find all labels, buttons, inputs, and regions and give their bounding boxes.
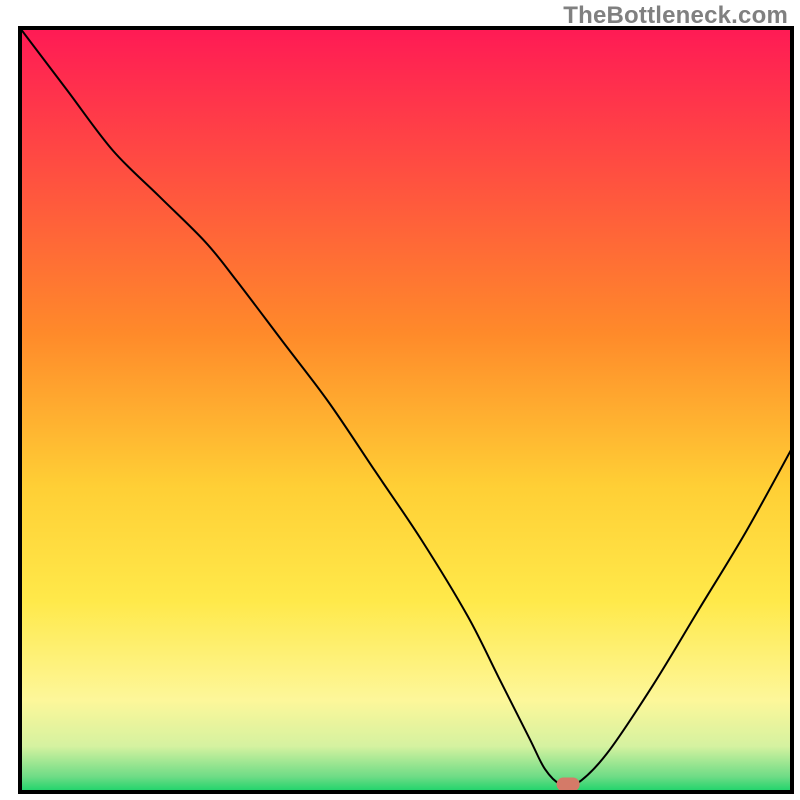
bottleneck-chart: [0, 0, 800, 800]
target-marker: [557, 777, 580, 791]
gradient-background: [20, 28, 792, 792]
watermark-text: TheBottleneck.com: [563, 2, 788, 30]
chart-container: TheBottleneck.com: [0, 0, 800, 800]
